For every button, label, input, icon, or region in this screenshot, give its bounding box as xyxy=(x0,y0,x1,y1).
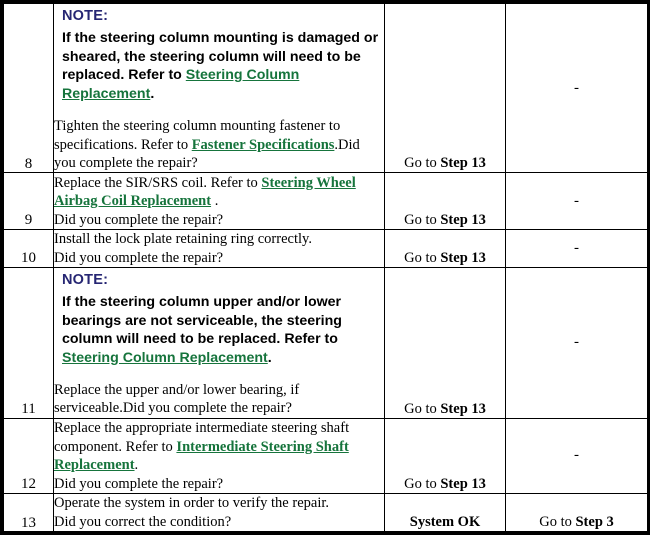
note-text-before-link: If the steering column upper and/or lowe… xyxy=(62,294,342,348)
step-number-cell: 9 xyxy=(3,172,54,230)
yes-target: Step 13 xyxy=(440,211,486,228)
action-text: Replace the SIR/SRS coil. Refer to Steer… xyxy=(54,174,384,211)
action-cell: NOTE: If the steering column mounting is… xyxy=(53,2,385,174)
table-row: 13 Operate the system in order to verify… xyxy=(3,492,648,533)
action-question: Did you correct the condition? xyxy=(54,513,232,530)
action-text: Operate the system in order to verify th… xyxy=(54,495,329,512)
step-number-cell: 8 xyxy=(3,2,54,174)
table-row: 12 Replace the appropriate intermediate … xyxy=(3,417,648,494)
note-label: NOTE: xyxy=(62,271,109,288)
action-text: Replace the upper and/or lower bearing, … xyxy=(54,382,300,417)
no-value: - xyxy=(574,192,579,209)
no-value: - xyxy=(574,447,579,464)
no-target: Step 3 xyxy=(575,514,614,530)
note-text-after-link: . xyxy=(267,349,272,366)
action-text-after-link: . xyxy=(134,457,139,474)
action-question: Did you complete the repair? xyxy=(54,249,224,266)
table-row: 9 Replace the SIR/SRS coil. Refer to Ste… xyxy=(3,172,648,230)
note-text-after-link: . xyxy=(150,85,155,102)
action-text: Tighten the steering column mounting fas… xyxy=(54,117,384,172)
step-number-cell: 13 xyxy=(3,492,54,533)
step-number-cell: 10 xyxy=(3,228,54,268)
diagnostic-steps-table: 8 NOTE: If the steering column mounting … xyxy=(3,2,648,533)
no-value-cell: - xyxy=(505,266,648,419)
action-cell: Replace the appropriate intermediate ste… xyxy=(53,417,385,494)
no-value: - xyxy=(574,334,579,351)
yes-value-cell: Go to Step 13 xyxy=(384,2,506,174)
yes-target: Step 13 xyxy=(440,475,486,492)
action-question: Did you complete the repair? xyxy=(54,475,224,492)
action-cell: NOTE: If the steering column upper and/o… xyxy=(53,266,385,419)
action-text-after-link: . xyxy=(211,193,219,210)
yes-value-cell: Go to Step 13 xyxy=(384,417,506,494)
yes-value-cell: Go to Step 13 xyxy=(384,172,506,230)
table-row: 10 Install the lock plate retaining ring… xyxy=(3,228,648,268)
yes-value-cell: System OK xyxy=(384,492,506,533)
action-cell: Install the lock plate retaining ring co… xyxy=(53,228,385,268)
action-text: Install the lock plate retaining ring co… xyxy=(54,231,312,248)
yes-prefix: Go to xyxy=(404,400,441,417)
yes-target: Step 13 xyxy=(440,249,486,266)
note-text: If the steering column mounting is damag… xyxy=(62,29,384,103)
yes-target: Step 13 xyxy=(440,400,486,417)
action-question: Did you complete the repair? xyxy=(54,211,224,228)
table-row: 8 NOTE: If the steering column mounting … xyxy=(3,2,648,174)
yes-value-cell: Go to Step 13 xyxy=(384,266,506,419)
no-value-cell: - xyxy=(505,228,648,268)
link-fastener-specifications[interactable]: Fastener Specifications xyxy=(192,137,335,153)
action-text: Replace the appropriate intermediate ste… xyxy=(54,419,384,474)
action-text-before-link: Replace the SIR/SRS coil. Refer to xyxy=(54,174,262,191)
no-value: - xyxy=(574,79,579,96)
yes-target: Step 13 xyxy=(440,155,486,172)
no-value-cell: - xyxy=(505,172,648,230)
yes-value-cell: Go to Step 13 xyxy=(384,228,506,268)
table-row: 11 NOTE: If the steering column upper an… xyxy=(3,266,648,419)
no-value-cell: Go to Step 3 xyxy=(505,492,648,533)
diagnostic-table-container: 8 NOTE: If the steering column mounting … xyxy=(0,0,650,535)
link-steering-column-replacement[interactable]: Steering Column Replacement xyxy=(62,350,268,366)
step-number-cell: 11 xyxy=(3,266,54,419)
yes-target: System OK xyxy=(409,514,481,530)
no-value-cell: - xyxy=(505,2,648,174)
step-number-cell: 12 xyxy=(3,417,54,494)
note-text: If the steering column upper and/or lowe… xyxy=(62,293,384,367)
note-label: NOTE: xyxy=(62,8,109,25)
action-cell: Operate the system in order to verify th… xyxy=(53,492,385,533)
yes-prefix: Go to xyxy=(404,155,441,172)
no-prefix: Go to xyxy=(539,514,576,530)
yes-prefix: Go to xyxy=(404,211,441,228)
action-cell: Replace the SIR/SRS coil. Refer to Steer… xyxy=(53,172,385,230)
no-value: - xyxy=(574,239,579,256)
no-value-cell: - xyxy=(505,417,648,494)
yes-prefix: Go to xyxy=(404,249,441,266)
yes-prefix: Go to xyxy=(404,475,441,492)
